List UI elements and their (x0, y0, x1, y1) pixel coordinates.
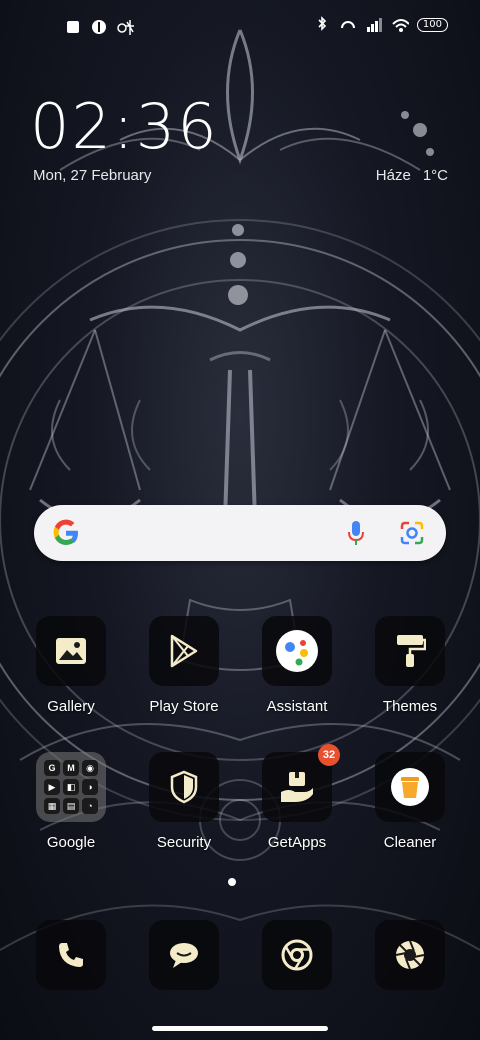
google-folder-tile[interactable]: G M ◉ ▶ ◧ ◑ ▦ ▤ ◔ (36, 752, 106, 822)
status-left-icons (64, 18, 134, 36)
folder-icon: G M ◉ ▶ ◧ ◑ ▦ ▤ ◔ (44, 760, 98, 814)
folder-item: ◧ (63, 779, 79, 795)
google-lens-icon[interactable] (398, 519, 426, 547)
weather-temp: 1°C (422, 167, 448, 184)
folder-item: ◉ (82, 760, 98, 776)
signal-tower-icon (116, 18, 134, 36)
getapps-icon (281, 772, 313, 802)
folder-item: M (63, 760, 79, 776)
clock-date[interactable]: Mon, 27 February (33, 167, 151, 184)
folder-item: ▦ (44, 798, 60, 814)
app-label: Google (46, 834, 96, 851)
play-store-tile[interactable] (149, 616, 219, 686)
assistant-tile[interactable] (262, 616, 332, 686)
messages-icon (170, 943, 198, 968)
status-right-icons: 100 (313, 16, 448, 34)
battery-indicator: 100 (416, 18, 448, 32)
app-getapps[interactable]: 32 GetApps (242, 744, 352, 872)
app-label: Cleaner (383, 834, 437, 851)
dock-chrome[interactable] (262, 920, 332, 990)
shield-icon (170, 770, 198, 804)
app-cleaner[interactable]: Cleaner (355, 752, 465, 872)
app-label: Play Store (149, 698, 219, 715)
notification-square-icon (64, 18, 82, 36)
app-security[interactable]: Security (129, 752, 239, 872)
app-label: Assistant (266, 698, 328, 715)
trash-icon (391, 768, 429, 806)
app-assistant[interactable]: Assistant (242, 616, 352, 736)
camera-aperture-icon (395, 940, 425, 970)
data-saver-icon (339, 16, 357, 34)
dock-camera[interactable] (375, 920, 445, 990)
gallery-icon (56, 638, 86, 664)
app-folder-google[interactable]: G M ◉ ▶ ◧ ◑ ▦ ▤ ◔ Google (16, 752, 126, 872)
google-g-icon (53, 519, 78, 545)
app-themes[interactable]: Themes (355, 616, 465, 736)
voice-search-mic-icon[interactable] (346, 519, 366, 547)
themes-tile[interactable] (375, 616, 445, 686)
folder-item: ▤ (63, 798, 79, 814)
app-gallery[interactable]: Gallery (16, 616, 126, 736)
app-notification-icon (90, 18, 108, 36)
wifi-icon (391, 16, 409, 34)
phone-icon (59, 943, 83, 967)
notification-badge: 32 (318, 744, 340, 766)
folder-item: G (44, 760, 60, 776)
gesture-nav-handle[interactable] (152, 1026, 328, 1031)
cleaner-tile[interactable] (375, 752, 445, 822)
bluetooth-icon (313, 16, 331, 34)
chrome-icon (281, 939, 313, 971)
app-label: Gallery (47, 698, 95, 715)
dock-phone[interactable] (36, 920, 106, 990)
clock-time[interactable]: 02:36 (30, 90, 219, 163)
gallery-tile[interactable] (36, 616, 106, 686)
google-search-bar[interactable] (34, 505, 446, 561)
weather-widget[interactable]: Háze 1°C (376, 167, 448, 184)
app-play-store[interactable]: Play Store (129, 616, 239, 736)
cell-signal-icon (365, 16, 383, 34)
dock-messages[interactable] (149, 920, 219, 990)
page-indicator[interactable] (228, 878, 236, 886)
folder-item: ◔ (82, 798, 98, 814)
app-label: GetApps (267, 834, 327, 851)
folder-item: ◑ (82, 779, 98, 795)
paint-roller-icon (397, 635, 426, 667)
security-tile[interactable] (149, 752, 219, 822)
folder-item: ▶ (44, 779, 60, 795)
status-bar: 100 (0, 14, 480, 42)
weather-location: Háze (375, 167, 411, 184)
play-store-icon (170, 634, 198, 668)
assistant-icon (276, 630, 318, 672)
app-label: Themes (382, 698, 438, 715)
app-label: Security (156, 834, 212, 851)
